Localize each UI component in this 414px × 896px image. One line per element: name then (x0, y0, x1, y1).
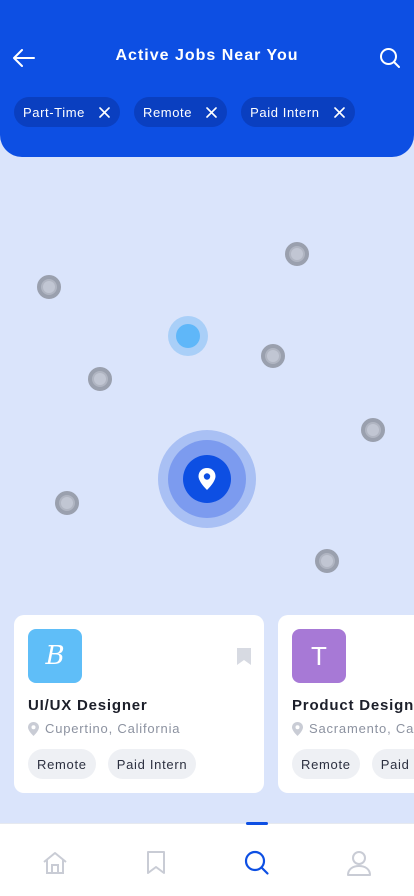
job-pin[interactable] (37, 275, 61, 299)
job-pin[interactable] (285, 242, 309, 266)
job-tag: Paid Intern (107, 749, 197, 779)
close-icon[interactable] (333, 106, 345, 118)
job-tags: Remote Paid Intern (28, 749, 197, 779)
job-location: Sacramento, California (292, 721, 414, 736)
job-pin[interactable] (261, 344, 285, 368)
close-icon[interactable] (206, 106, 217, 118)
job-pin[interactable] (55, 491, 79, 515)
job-title: UI/UX Designer (28, 697, 148, 714)
location-text: Cupertino, California (45, 721, 181, 736)
job-card[interactable]: B UI/UX Designer Cupertino, California R… (14, 615, 264, 793)
location-text: Sacramento, California (309, 721, 414, 736)
filter-chip-label: Paid Intern (250, 104, 320, 120)
job-cards-carousel[interactable]: B UI/UX Designer Cupertino, California R… (14, 615, 414, 793)
current-location-marker[interactable] (158, 430, 256, 528)
job-title: Product Designer (292, 697, 414, 714)
page-title: Active Jobs Near You (115, 47, 299, 64)
bookmark-icon[interactable] (141, 848, 171, 878)
filter-chips: Part-Time Remote Paid Intern (14, 97, 355, 127)
company-logo: T (292, 629, 346, 683)
filter-chip-label: Remote (142, 104, 193, 120)
job-tag: Remote (292, 749, 360, 779)
job-tag: Remote (28, 749, 96, 779)
header: Active Jobs Near You Part-Time Remote Pa… (0, 0, 414, 157)
filter-chip-label: Part-Time (23, 104, 85, 120)
job-tag: Paid Intern (371, 749, 414, 779)
job-pin[interactable] (361, 418, 385, 442)
map[interactable] (0, 157, 414, 597)
selected-pin[interactable] (176, 324, 200, 348)
job-pin[interactable] (88, 367, 112, 391)
company-logo: B (28, 629, 82, 683)
job-tags: Remote Paid Intern (292, 749, 414, 779)
location-pin-icon (183, 455, 231, 503)
job-location: Cupertino, California (28, 721, 180, 736)
location-icon (28, 721, 39, 736)
filter-chip-remote[interactable]: Remote (133, 97, 228, 127)
close-icon[interactable] (99, 106, 110, 118)
filter-chip-paid-intern[interactable]: Paid Intern (241, 97, 355, 127)
search-icon[interactable] (378, 46, 402, 70)
home-icon[interactable] (40, 848, 70, 878)
bookmark-icon[interactable] (237, 648, 251, 670)
job-card[interactable]: T Product Designer Sacramento, Californi… (278, 615, 414, 793)
location-icon (292, 721, 303, 736)
job-pin[interactable] (315, 549, 339, 573)
search-icon[interactable] (242, 848, 272, 878)
bottom-nav (0, 822, 414, 896)
filter-chip-part-time[interactable]: Part-Time (14, 97, 120, 127)
profile-icon[interactable] (344, 848, 374, 878)
active-tab-indicator (246, 822, 268, 825)
